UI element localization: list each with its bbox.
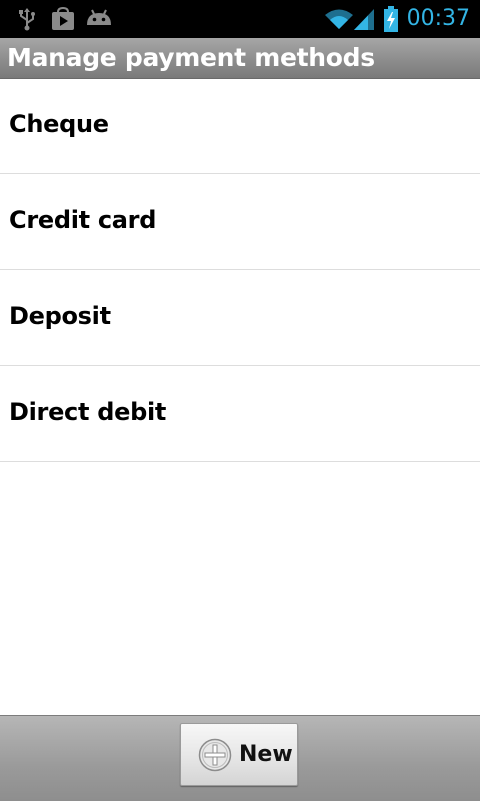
new-button[interactable]: New bbox=[180, 723, 298, 786]
list-item-credit-card[interactable]: Credit card bbox=[0, 174, 480, 270]
android-icon bbox=[87, 9, 111, 25]
new-button-label: New bbox=[239, 742, 293, 767]
title-bar: Manage payment methods bbox=[0, 38, 480, 79]
status-time: 00:37 bbox=[406, 6, 470, 31]
list-item-cheque[interactable]: Cheque bbox=[0, 78, 480, 174]
list-item-label: Direct debit bbox=[9, 398, 167, 426]
list-item-label: Credit card bbox=[9, 206, 157, 234]
list-item-label: Cheque bbox=[9, 110, 109, 138]
bottom-bar: New bbox=[0, 715, 480, 801]
list-item-label: Deposit bbox=[9, 302, 111, 330]
play-store-icon bbox=[52, 7, 74, 30]
battery-charging-icon bbox=[384, 6, 398, 32]
signal-icon bbox=[354, 9, 374, 30]
wifi-icon bbox=[325, 9, 353, 29]
payment-methods-list: Cheque Credit card Deposit Direct debit bbox=[0, 78, 480, 462]
status-bar: 00:37 bbox=[0, 0, 480, 38]
usb-icon bbox=[19, 8, 35, 31]
plus-circle-icon bbox=[198, 738, 232, 772]
list-item-direct-debit[interactable]: Direct debit bbox=[0, 366, 480, 462]
list-item-deposit[interactable]: Deposit bbox=[0, 270, 480, 366]
page-title: Manage payment methods bbox=[7, 43, 375, 72]
